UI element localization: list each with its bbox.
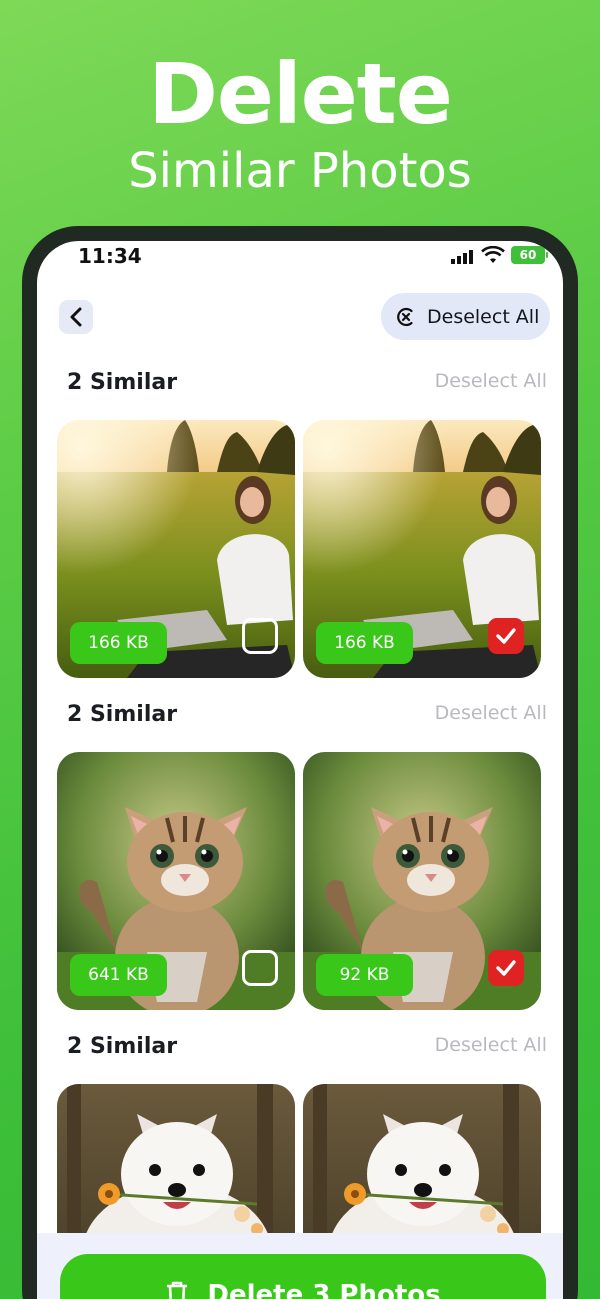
group-header: 2 Similar Deselect All <box>67 370 547 400</box>
back-button[interactable] <box>59 300 93 334</box>
group-title: 2 Similar <box>67 370 178 395</box>
checkmark-icon <box>496 960 516 976</box>
file-size-badge: 166 KB <box>70 622 167 664</box>
group-header: 2 Similar Deselect All <box>67 1034 547 1064</box>
x-circle-icon <box>397 307 413 326</box>
status-time: 11:34 <box>78 244 142 268</box>
checkmark-icon <box>496 628 516 644</box>
group-deselect-all-link[interactable]: Deselect All <box>435 1034 547 1056</box>
deselect-all-label: Deselect All <box>427 305 540 328</box>
chevron-left-icon <box>70 307 82 327</box>
group-deselect-all-link[interactable]: Deselect All <box>435 702 547 724</box>
photo-thumbnail[interactable]: 166 KB <box>303 420 541 678</box>
group-deselect-all-link[interactable]: Deselect All <box>435 370 547 392</box>
delete-photos-label: Delete 3 Photos <box>207 1280 441 1299</box>
delete-photos-button[interactable]: Delete 3 Photos <box>60 1254 546 1299</box>
signal-icon <box>451 250 473 264</box>
file-size-badge: 166 KB <box>316 622 413 664</box>
select-checkbox-checked[interactable] <box>488 618 524 654</box>
promo-subtitle: Similar Photos <box>128 143 472 199</box>
photo-thumbnail[interactable]: 92 KB <box>303 752 541 1010</box>
wifi-icon <box>481 246 505 263</box>
group-title: 2 Similar <box>67 702 178 727</box>
trash-icon <box>167 1281 188 1299</box>
deselect-all-button[interactable]: Deselect All <box>381 293 550 340</box>
status-bar: 11:34 60 <box>37 241 563 277</box>
select-checkbox-checked[interactable] <box>488 950 524 986</box>
photo-thumbnail[interactable]: 641 KB <box>57 752 295 1010</box>
select-checkbox[interactable] <box>242 950 278 986</box>
select-checkbox[interactable] <box>242 618 278 654</box>
group-header: 2 Similar Deselect All <box>67 702 547 732</box>
file-size-badge: 641 KB <box>70 954 167 996</box>
battery-indicator: 60 <box>511 246 548 264</box>
promo-title: Delete <box>148 45 453 143</box>
group-title: 2 Similar <box>67 1034 178 1059</box>
photo-thumbnail[interactable]: 166 KB <box>57 420 295 678</box>
app-screen: 11:34 60 Deselect All 2 Similar Deselect… <box>37 241 563 1299</box>
file-size-badge: 92 KB <box>316 954 413 996</box>
